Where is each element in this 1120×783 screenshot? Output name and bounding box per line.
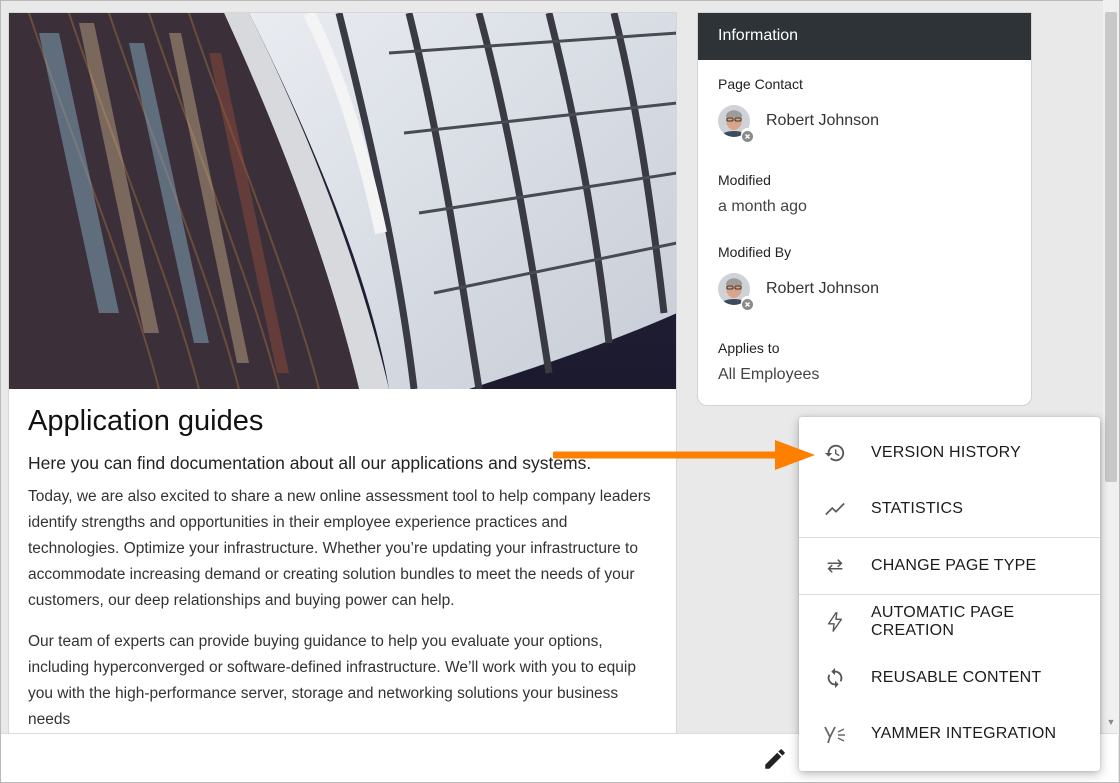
menu-item-change-page-type[interactable]: CHANGE PAGE TYPE	[799, 538, 1100, 594]
page-title: Application guides	[28, 405, 264, 437]
history-icon	[823, 441, 847, 465]
information-header: Information	[698, 13, 1031, 60]
modified-by-label: Modified By	[718, 244, 792, 260]
trend-line-icon	[823, 497, 847, 521]
menu-item-label: REUSABLE CONTENT	[871, 669, 1042, 686]
modified-value: a month ago	[718, 198, 807, 215]
body-paragraph: Today, we are also excited to share a ne…	[28, 488, 651, 609]
avatar	[718, 105, 754, 142]
menu-item-label: CHANGE PAGE TYPE	[871, 557, 1037, 574]
menu-item-yammer-integration[interactable]: YAMMER INTEGRATION	[799, 706, 1100, 762]
edit-pencil-button[interactable]	[762, 746, 790, 772]
sync-icon	[823, 666, 847, 690]
menu-item-automatic-page-creation[interactable]: AUTOMATIC PAGE CREATION	[799, 594, 1100, 650]
presence-offline-icon	[741, 296, 754, 310]
information-panel: Information Page Contact Robert Johnson …	[697, 12, 1032, 406]
scroll-down-arrow-icon[interactable]: ▼	[1106, 717, 1116, 727]
menu-item-label: AUTOMATIC PAGE CREATION	[871, 604, 1015, 639]
annotation-arrow	[551, 440, 823, 470]
modified-by-name: Robert Johnson	[766, 280, 879, 297]
menu-item-label: YAMMER INTEGRATION	[871, 725, 1057, 742]
applies-to-label: Applies to	[718, 340, 780, 356]
menu-item-reusable-content[interactable]: REUSABLE CONTENT	[799, 650, 1100, 706]
menu-item-label: STATISTICS	[871, 500, 964, 517]
applies-to-value: All Employees	[718, 366, 820, 383]
page-contact-person[interactable]: Robert Johnson	[718, 105, 879, 142]
yammer-icon	[823, 722, 847, 746]
swap-arrows-icon	[823, 554, 847, 578]
page-options-menu: VERSION HISTORY STATISTICS CHANGE PAGE T…	[799, 417, 1100, 771]
menu-item-statistics[interactable]: STATISTICS	[799, 481, 1100, 537]
menu-item-label: VERSION HISTORY	[871, 444, 1021, 461]
menu-item-version-history[interactable]: VERSION HISTORY	[799, 425, 1100, 481]
modified-label: Modified	[718, 172, 771, 188]
hero-image-library	[9, 13, 676, 389]
pencil-icon	[765, 749, 785, 769]
content-card: Application guides Here you can find doc…	[8, 12, 677, 752]
presence-offline-icon	[741, 128, 754, 142]
page-contact-name: Robert Johnson	[766, 112, 879, 129]
modified-by-person[interactable]: Robert Johnson	[718, 273, 879, 310]
page-contact-label: Page Contact	[718, 76, 803, 92]
avatar	[718, 273, 754, 310]
lightning-bolt-icon	[823, 610, 847, 634]
scrollbar-thumb[interactable]	[1105, 12, 1117, 482]
body-paragraph: Our team of experts can provide buying g…	[28, 633, 636, 728]
